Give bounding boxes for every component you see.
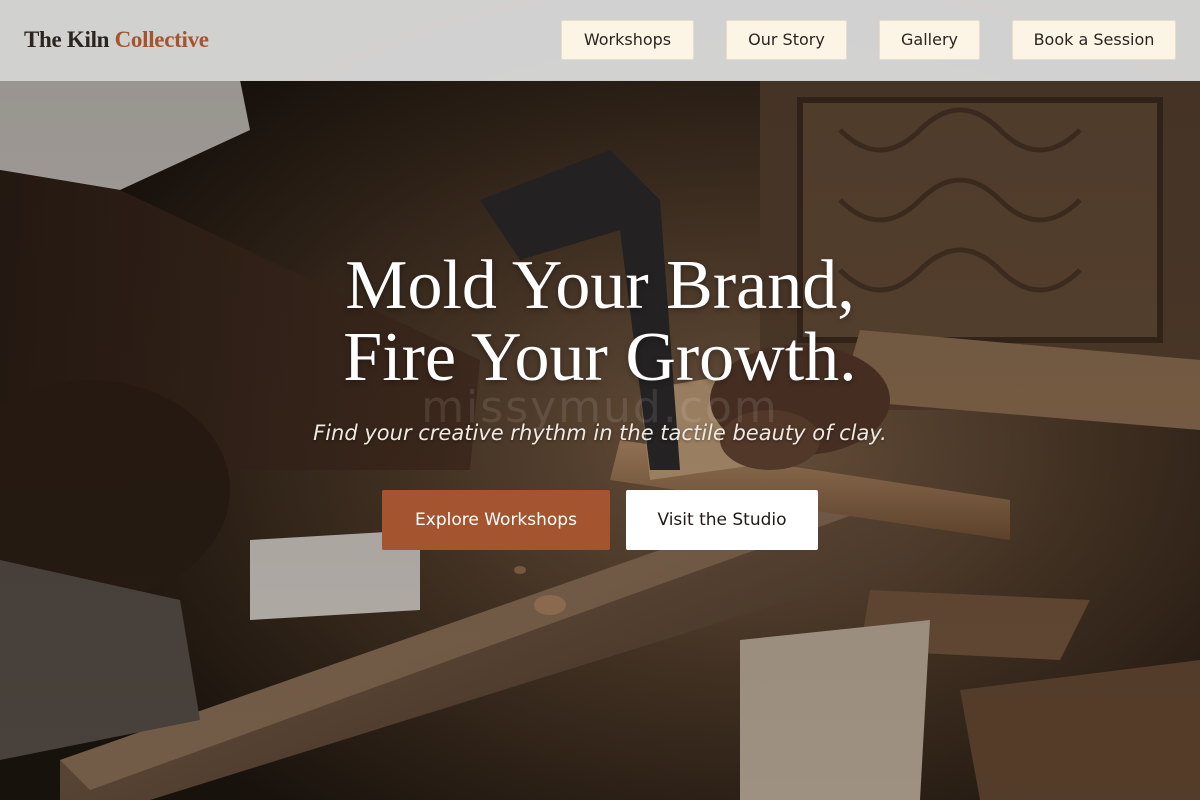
explore-workshops-button[interactable]: Explore Workshops xyxy=(382,490,610,550)
hero-title: Mold Your Brand, Fire Your Growth. xyxy=(200,250,1000,394)
nav-workshops-button[interactable]: Workshops xyxy=(561,20,694,60)
site-header: The Kiln Collective Workshops Our Story … xyxy=(0,0,1200,81)
hero-subtitle: Find your creative rhythm in the tactile… xyxy=(313,421,887,445)
brand-name-accent: Collective xyxy=(114,27,209,52)
nav-gallery-button[interactable]: Gallery xyxy=(879,20,980,60)
page: The Kiln Collective Workshops Our Story … xyxy=(0,0,1200,800)
nav-our-story-button[interactable]: Our Story xyxy=(726,20,847,60)
hero-title-line-2: Fire Your Growth. xyxy=(343,319,857,396)
visit-studio-button[interactable]: Visit the Studio xyxy=(626,490,818,550)
brand-name-primary: The Kiln xyxy=(24,27,110,52)
hero-title-line-1: Mold Your Brand, xyxy=(345,247,855,324)
nav-book-session-button[interactable]: Book a Session xyxy=(1012,20,1176,60)
brand-logo[interactable]: The Kiln Collective xyxy=(24,26,209,54)
